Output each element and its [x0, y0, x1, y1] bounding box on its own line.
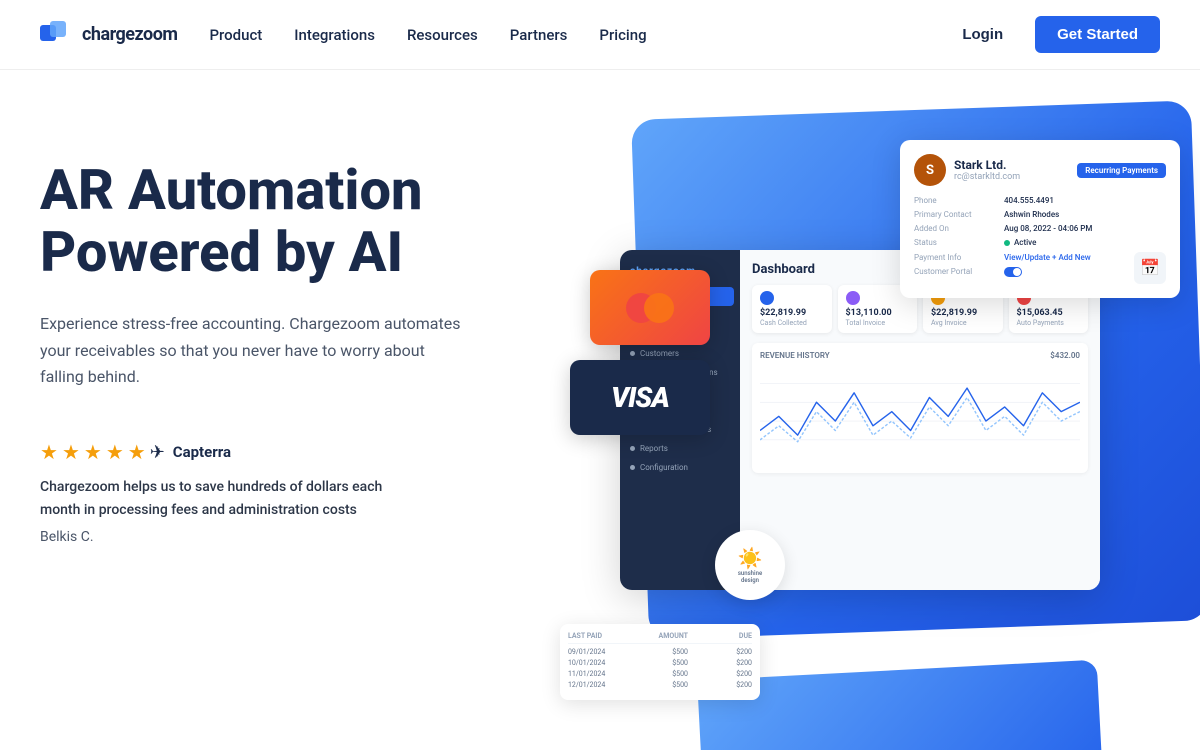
nav-pricing[interactable]: Pricing	[599, 26, 646, 44]
sunshine-label: sunshinedesign	[738, 570, 763, 584]
status-dot	[1004, 240, 1010, 246]
hero-title: AR Automation Powered by AI	[40, 160, 540, 283]
status-active-indicator: Active	[1004, 238, 1036, 247]
dot-icon	[630, 465, 635, 470]
stat-amount-invoice: $13,110.00	[846, 308, 910, 318]
table-header-row: LAST PAID AMOUNT DUE	[568, 632, 752, 644]
col-amount: AMOUNT	[632, 632, 688, 640]
hero-left: AR Automation Powered by AI Experience s…	[40, 130, 540, 545]
customer-card: S Stark Ltd. rc@starkltd.com Recurring P…	[900, 140, 1180, 298]
nav-partners[interactable]: Partners	[510, 26, 568, 44]
table-card: LAST PAID AMOUNT DUE 09/01/2024 $500 $20…	[560, 624, 760, 700]
dot-icon	[630, 446, 635, 451]
hero-review: ★ ★ ★ ★ ★ ✈ Capterra Chargezoom helps us…	[40, 440, 540, 545]
cust-field-portal: Customer Portal	[914, 267, 1166, 279]
review-quote: Chargezoom helps us to save hundreds of …	[40, 476, 420, 521]
cell-date-1: 09/01/2024	[568, 648, 624, 656]
stat-amount-avg: $22,819.99	[931, 308, 995, 318]
stat-amount-cash: $22,819.99	[760, 308, 824, 318]
visa-logo-text: VISA	[611, 381, 669, 414]
table-row: 12/01/2024 $500 $200	[568, 681, 752, 689]
stat-label-cash: Cash Collected	[760, 319, 824, 327]
sunshine-badge: ☀️ sunshinedesign	[715, 530, 785, 600]
stat-label-avg: Avg Invoice	[931, 319, 995, 327]
cell-amt-3: $500	[632, 670, 688, 678]
chart-label: REVENUE HISTORY	[760, 351, 830, 360]
nav-product[interactable]: Product	[209, 26, 262, 44]
get-started-button[interactable]: Get Started	[1035, 16, 1160, 53]
login-button[interactable]: Login	[950, 18, 1015, 51]
stat-cash: $22,819.99 Cash Collected	[752, 285, 832, 333]
cust-field-added: Added On Aug 08, 2022 - 04:06 PM	[914, 224, 1166, 233]
stat-amount-auto: $15,063.45	[1017, 308, 1081, 318]
logo-text: chargezoom	[82, 24, 177, 45]
stat-label-auto: Auto Payments	[1017, 319, 1081, 327]
hero-section: AR Automation Powered by AI Experience s…	[0, 70, 1200, 750]
cust-field-payment: Payment Info View/Update + Add New	[914, 253, 1166, 262]
sidebar-item-reports[interactable]: Reports	[620, 439, 740, 458]
cust-field-contact: Primary Contact Ashwin Rhodes	[914, 210, 1166, 219]
stat-label-invoice: Total Invoice	[846, 319, 910, 327]
cust-field-status: Status Active	[914, 238, 1166, 248]
customer-avatar: S	[914, 154, 946, 186]
stat-icon-invoice	[846, 291, 860, 305]
nav-links: Product Integrations Resources Partners …	[209, 26, 950, 44]
capterra-label: Capterra	[173, 443, 231, 461]
customer-email: rc@starkltd.com	[954, 172, 1077, 182]
stars-row: ★ ★ ★ ★ ★ ✈ Capterra	[40, 440, 540, 464]
logo[interactable]: chargezoom	[40, 21, 177, 49]
stat-icon-cash	[760, 291, 774, 305]
col-last-paid: LAST PAID	[568, 632, 624, 640]
star-5: ★	[128, 440, 146, 464]
nav-actions: Login Get Started	[950, 16, 1160, 53]
chart-svg	[760, 364, 1080, 464]
customer-fields: Phone 404.555.4491 Primary Contact Ashwi…	[914, 196, 1166, 279]
star-1: ★	[40, 440, 58, 464]
mc-orange-circle	[644, 293, 674, 323]
visa-card: VISA	[570, 360, 710, 435]
customer-badge: Recurring Payments	[1077, 163, 1166, 178]
mastercard-logo	[626, 293, 674, 323]
customer-name-wrap: Stark Ltd. rc@starkltd.com	[954, 158, 1077, 182]
hero-subtitle: Experience stress-free accounting. Charg…	[40, 311, 470, 390]
hero-illustration: S Stark Ltd. rc@starkltd.com Recurring P…	[540, 130, 1160, 730]
chart-header: REVENUE HISTORY $432.00	[760, 351, 1080, 360]
col-due: DUE	[696, 632, 752, 640]
capterra-plane-icon: ✈	[150, 442, 165, 463]
star-3: ★	[84, 440, 102, 464]
sunshine-sun-icon: ☀️	[738, 546, 763, 570]
cell-date-3: 11/01/2024	[568, 670, 624, 678]
nav-integrations[interactable]: Integrations	[294, 26, 375, 44]
dashboard-main: Dashboard $22,819.99 Cash Collected $13,…	[740, 250, 1100, 590]
star-4: ★	[106, 440, 124, 464]
navbar: chargezoom Product Integrations Resource…	[0, 0, 1200, 70]
revenue-chart: REVENUE HISTORY $432.00	[752, 343, 1088, 473]
cust-field-phone: Phone 404.555.4491	[914, 196, 1166, 205]
nav-resources[interactable]: Resources	[407, 26, 478, 44]
cell-due-3: $200	[696, 670, 752, 678]
cell-amt-2: $500	[632, 659, 688, 667]
cell-amt-4: $500	[632, 681, 688, 689]
customer-name: Stark Ltd.	[954, 158, 1077, 172]
chart-amount: $432.00	[1050, 351, 1080, 360]
portal-toggle[interactable]	[1004, 267, 1022, 277]
cell-due-4: $200	[696, 681, 752, 689]
calendar-icon: 📅	[1134, 252, 1166, 284]
sunshine-inner: ☀️ sunshinedesign	[738, 546, 763, 584]
cell-date-2: 10/01/2024	[568, 659, 624, 667]
mastercard-card	[590, 270, 710, 345]
customer-card-header: S Stark Ltd. rc@starkltd.com Recurring P…	[914, 154, 1166, 186]
cell-due-1: $200	[696, 648, 752, 656]
cell-due-2: $200	[696, 659, 752, 667]
review-author: Belkis C.	[40, 529, 540, 545]
table-row: 11/01/2024 $500 $200	[568, 670, 752, 678]
dot-icon	[630, 351, 635, 356]
star-2: ★	[62, 440, 80, 464]
table-row: 10/01/2024 $500 $200	[568, 659, 752, 667]
table-row: 09/01/2024 $500 $200	[568, 648, 752, 656]
cell-amt-1: $500	[632, 648, 688, 656]
cell-date-4: 12/01/2024	[568, 681, 624, 689]
sidebar-item-configuration[interactable]: Configuration	[620, 458, 740, 477]
